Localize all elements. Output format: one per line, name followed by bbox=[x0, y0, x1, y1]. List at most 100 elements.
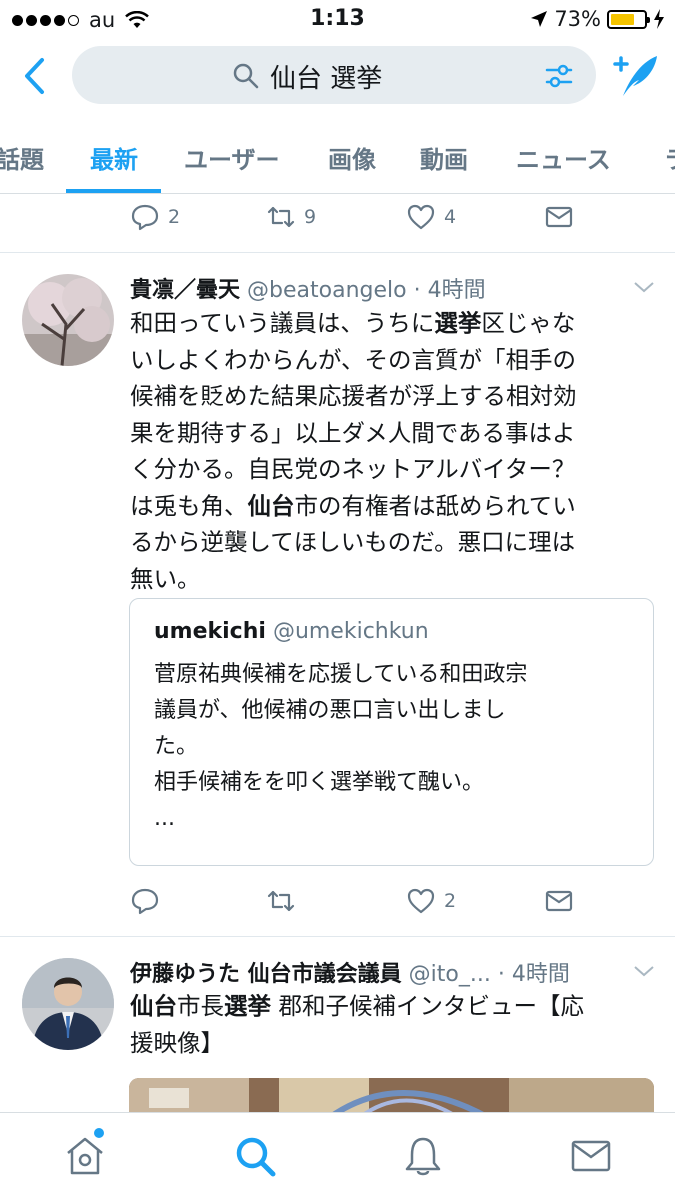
bell-icon[interactable] bbox=[400, 1133, 446, 1179]
tweet-text-segment: 郡和子候補インタビュー【応 bbox=[271, 992, 584, 1020]
envelope-icon[interactable] bbox=[568, 1133, 614, 1179]
avatar[interactable] bbox=[22, 958, 114, 1050]
tweet-text-segment: 無い。 bbox=[130, 564, 201, 593]
tweet-text-segment: 区じゃな bbox=[481, 309, 576, 337]
tweet-text-segment: 果を期待する」以上ダメ人間である事はよ bbox=[130, 418, 576, 447]
active-tab-indicator bbox=[66, 189, 161, 193]
heart-icon bbox=[407, 204, 435, 230]
tweet-text-segment: 援映像】 bbox=[130, 1028, 224, 1057]
tweet-text-segment: るから逆襲してほしいものだ。悪口に理は bbox=[130, 528, 576, 556]
quoted-author-handle: @umekichkun bbox=[272, 619, 429, 644]
tweet-header: 貴凛／曇天 @beatoangelo · 4時間 bbox=[130, 272, 486, 304]
tab-photos[interactable]: 画像 bbox=[328, 140, 376, 175]
tweet-text-segment: 市長 bbox=[177, 992, 224, 1020]
tweet-actions: 2 bbox=[130, 886, 590, 926]
quoted-author-name: umekichi bbox=[154, 619, 266, 644]
back-chevron-icon[interactable] bbox=[18, 56, 54, 96]
heart-icon bbox=[407, 888, 435, 914]
dm-button[interactable] bbox=[544, 886, 574, 916]
envelope-icon bbox=[545, 206, 573, 228]
retweet-count: 9 bbox=[304, 206, 317, 228]
tweet-text-line: 仙台市長選挙 郡和子候補インタビュー【応 bbox=[130, 988, 645, 1025]
search-keyword-highlight: 選挙 bbox=[224, 992, 271, 1020]
tweet-text-segment: は兎も角、 bbox=[130, 491, 248, 520]
author-name[interactable]: 貴凛／曇天 bbox=[130, 278, 240, 303]
search-bar[interactable]: 仙台 選挙 bbox=[72, 46, 596, 104]
tweet-text-segment: 候補を貶めた結果応援者が浮上する相対効 bbox=[130, 382, 577, 410]
tweet-text-line: 候補を貶めた結果応援者が浮上する相対効 bbox=[130, 378, 645, 415]
retweet-icon bbox=[267, 890, 295, 912]
search-header: 仙台 選挙 bbox=[0, 38, 675, 118]
author-name[interactable]: 伊藤ゆうた 仙台市議会議員 bbox=[130, 962, 402, 987]
reply-count: 2 bbox=[168, 206, 181, 228]
author-handle[interactable]: @ito_... bbox=[409, 962, 491, 987]
reply-button[interactable] bbox=[130, 886, 168, 916]
search-icon[interactable] bbox=[232, 1133, 278, 1179]
quoted-text-line: 議員が、他候補の悪口言い出しまし bbox=[154, 698, 506, 723]
like-button[interactable]: 4 bbox=[406, 202, 456, 232]
tab-top[interactable]: 話題 bbox=[0, 140, 44, 175]
magnifier-icon bbox=[233, 63, 259, 89]
tweet-text-line: 無い。 bbox=[130, 561, 645, 598]
compose-quill-icon[interactable] bbox=[611, 50, 661, 100]
tweet-text: 和田っていう議員は、うちに選挙区じゃないしよくわからんが、その言質が「相手の 候補… bbox=[130, 305, 645, 597]
battery-icon bbox=[607, 9, 650, 29]
battery-percent: 73% bbox=[554, 7, 601, 31]
search-keyword-highlight: 仙台 bbox=[247, 491, 295, 520]
quoted-text-line: ... bbox=[154, 806, 175, 831]
retweet-button[interactable]: 9 bbox=[266, 202, 316, 232]
charging-bolt-icon bbox=[654, 9, 664, 29]
tweet-header: 伊藤ゆうた 仙台市議会議員 @ito_... · 4時間 bbox=[130, 956, 570, 988]
tweet-text-line: いしよくわからんが、その言質が「相手の bbox=[130, 342, 645, 379]
tweet-text-line: るから逆襲してほしいものだ。悪口に理は bbox=[130, 524, 645, 561]
status-bar: au 1:13 73% bbox=[0, 0, 675, 38]
tweet-time: · 4時間 bbox=[413, 278, 486, 303]
reply-button[interactable]: 2 bbox=[130, 202, 180, 232]
tab-videos[interactable]: 動画 bbox=[420, 140, 468, 175]
tab-more[interactable]: ラ bbox=[664, 140, 675, 175]
tweet-text-segment: いしよくわからんが、その言質が「相手の bbox=[130, 345, 577, 374]
dm-button[interactable] bbox=[544, 202, 574, 232]
home-icon[interactable] bbox=[62, 1133, 108, 1179]
quoted-text-line: た。 bbox=[154, 734, 199, 759]
tab-latest[interactable]: 最新 bbox=[90, 140, 138, 175]
search-keyword-highlight: 仙台 bbox=[130, 992, 177, 1020]
tweet-text-line: 援映像】 bbox=[130, 1025, 645, 1062]
home-notification-dot bbox=[94, 1128, 104, 1138]
tab-news[interactable]: ニュース bbox=[516, 140, 611, 175]
author-handle[interactable]: @beatoangelo bbox=[247, 278, 407, 303]
tweet-actions: 2 9 4 bbox=[130, 202, 590, 242]
quoted-tweet-text: 菅原祐典候補を応援している和田政宗 議員が、他候補の悪口言い出しまし た。相手候補を… bbox=[154, 657, 624, 837]
like-count: 2 bbox=[444, 890, 457, 912]
quoted-text-line: 相手候補をを叩く選挙戦て醜い。 bbox=[154, 770, 485, 795]
tweet-time: · 4時間 bbox=[497, 962, 570, 987]
tweet-divider bbox=[0, 936, 675, 937]
envelope-icon bbox=[545, 890, 573, 912]
tweet-text-segment: 和田っていう議員は、うちに bbox=[130, 309, 435, 337]
tweet-text-line: 和田っていう議員は、うちに選挙区じゃな bbox=[130, 305, 645, 342]
quoted-text-line: 菅原祐典候補を応援している和田政宗 bbox=[154, 662, 528, 687]
quoted-tweet[interactable]: umekichi @umekichkun 菅原祐典候補を応援している和田政宗 議員… bbox=[129, 598, 654, 866]
like-count: 4 bbox=[444, 206, 457, 228]
speech-bubble-icon bbox=[131, 204, 159, 231]
tweet-text-line: 果を期待する」以上ダメ人間である事はよ bbox=[130, 415, 645, 452]
retweet-button[interactable] bbox=[266, 886, 304, 916]
search-query[interactable]: 仙台 選挙 bbox=[270, 58, 382, 95]
bottom-tab-bar bbox=[0, 1112, 675, 1200]
search-tabs: 話題 最新 ユーザー 画像 動画 ニュース ラ bbox=[0, 120, 675, 194]
tweet-text: 仙台市長選挙 郡和子候補インタビュー【応援映像】 bbox=[130, 988, 645, 1061]
avatar[interactable] bbox=[22, 274, 114, 366]
sliders-icon[interactable] bbox=[544, 61, 574, 91]
tweet-text-segment: く分かる。自民党のネットアルバイター？ bbox=[130, 455, 576, 483]
chevron-down-icon[interactable] bbox=[633, 280, 655, 294]
like-button[interactable]: 2 bbox=[406, 886, 456, 916]
chevron-down-icon[interactable] bbox=[633, 964, 655, 978]
tweet-text-line: く分かる。自民党のネットアルバイター？ bbox=[130, 451, 645, 488]
tweet-text-segment: 市の有権者は舐められてい bbox=[294, 491, 576, 520]
tweet-divider bbox=[0, 252, 675, 253]
speech-bubble-icon bbox=[131, 888, 159, 915]
tab-users[interactable]: ユーザー bbox=[184, 140, 280, 175]
location-arrow-icon bbox=[531, 11, 548, 27]
retweet-icon bbox=[267, 206, 295, 228]
tweet-text-line: は兎も角、仙台市の有権者は舐められてい bbox=[130, 488, 645, 525]
